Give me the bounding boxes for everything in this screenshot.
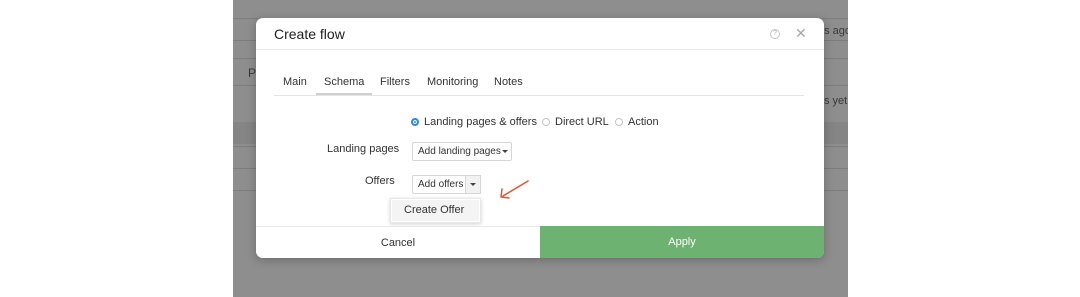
- radio-action[interactable]: Action: [615, 115, 659, 129]
- modal-title: Create flow: [274, 26, 345, 42]
- radio-unchecked-icon: [542, 118, 550, 126]
- offers-dropdown-menu: Create Offer: [390, 198, 481, 223]
- dropdown-toggle[interactable]: [465, 175, 481, 194]
- add-offers-select[interactable]: Add offers: [412, 175, 481, 194]
- tab-monitoring[interactable]: Monitoring: [427, 76, 478, 88]
- chevron-down-icon: [470, 183, 476, 186]
- radio-unchecked-icon: [615, 118, 623, 126]
- add-landing-pages-select[interactable]: Add landing pages: [412, 142, 512, 161]
- tab-notes[interactable]: Notes: [494, 76, 523, 88]
- create-flow-modal: Create flow ? ✕ Main Schema Filters Moni…: [256, 18, 824, 258]
- bg-text-heading: P: [248, 66, 257, 80]
- annotation-arrow-icon: [500, 180, 529, 199]
- select-text: Add landing pages: [418, 146, 501, 157]
- radio-landing-pages-offers[interactable]: Landing pages & offers: [411, 115, 537, 129]
- close-icon[interactable]: ✕: [795, 25, 807, 42]
- help-icon[interactable]: ?: [770, 29, 780, 39]
- modal-header: Create flow ? ✕: [256, 18, 824, 50]
- create-offer-menu-item[interactable]: Create Offer: [392, 200, 479, 221]
- offers-label: Offers: [365, 175, 395, 187]
- landing-pages-label: Landing pages: [327, 143, 400, 155]
- apply-button[interactable]: Apply: [540, 226, 824, 258]
- screen: es ago P s yet. Create flow ? ✕ Main Sch…: [0, 0, 1080, 297]
- radio-direct-url[interactable]: Direct URL: [542, 115, 609, 129]
- tab-bar: Main Schema Filters Monitoring Notes: [274, 70, 804, 96]
- radio-label: Direct URL: [555, 116, 609, 128]
- chevron-down-icon: [502, 150, 508, 153]
- select-text: Add offers: [418, 179, 464, 190]
- cancel-button[interactable]: Cancel: [256, 226, 540, 258]
- bg-text-empty: s yet.: [824, 95, 848, 107]
- tab-main[interactable]: Main: [283, 76, 307, 88]
- tab-filters[interactable]: Filters: [380, 76, 410, 88]
- radio-label: Action: [628, 116, 659, 128]
- tab-schema[interactable]: Schema: [316, 76, 373, 95]
- radio-label: Landing pages & offers: [424, 116, 537, 128]
- radio-checked-icon: [411, 118, 419, 126]
